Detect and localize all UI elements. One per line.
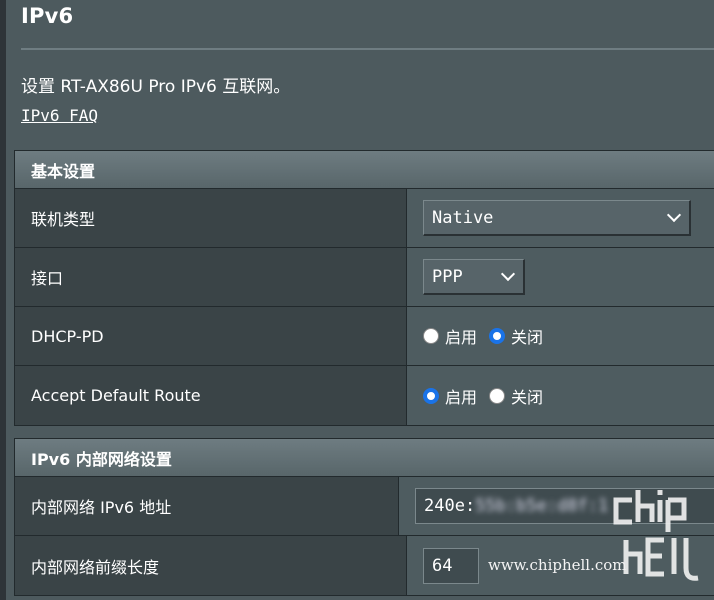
accept-route-disable-label: 关闭 (511, 387, 544, 407)
basic-settings-header: 基本设置 (15, 151, 714, 189)
chevron-down-icon (666, 207, 682, 223)
radio-checked-icon (489, 328, 506, 344)
accept-route-disable-radio[interactable]: 关闭 (489, 384, 543, 408)
accept-default-route-label: Accept Default Route (15, 366, 407, 425)
dhcp-pd-enable-radio[interactable]: 启用 (423, 324, 477, 348)
connection-type-value: Native (432, 207, 494, 228)
watermark-url: www.chiphell.com (488, 556, 627, 574)
lan-ipv6-address-row: 内部网络 IPv6 地址 240e: 55b:b5e:d8f:1 (15, 477, 714, 536)
basic-settings-table: 基本设置 联机类型 Native 接口 PPP DHCP-PD 启用 关闭 Ac… (14, 150, 714, 426)
radio-checked-icon (423, 387, 439, 404)
dhcp-pd-disable-label: 关闭 (511, 328, 544, 347)
dhcp-pd-enable-label: 启用 (445, 328, 478, 347)
accept-route-enable-label: 启用 (445, 387, 478, 407)
interface-label: 接口 (15, 248, 407, 306)
dhcp-pd-label: DHCP-PD (15, 307, 407, 365)
connection-type-row: 联机类型 Native (15, 189, 714, 248)
lan-ipv6-address-label: 内部网络 IPv6 地址 (15, 477, 399, 535)
interface-select[interactable]: PPP (423, 259, 525, 295)
accept-default-route-row: Accept Default Route 启用 关闭 (15, 366, 714, 425)
left-edge (0, 0, 6, 600)
lan-settings-header: IPv6 内部网络设置 (15, 439, 714, 477)
lan-prefix-length-input[interactable]: 64 (423, 547, 479, 584)
dhcp-pd-row: DHCP-PD 启用 关闭 (15, 307, 714, 366)
radio-unchecked-icon (423, 328, 439, 344)
page-title: IPv6 (21, 4, 74, 28)
connection-type-select[interactable]: Native (423, 200, 691, 236)
accept-route-enable-radio[interactable]: 启用 (423, 384, 477, 408)
address-prefix: 240e: (424, 496, 476, 516)
address-blurred: 55b:b5e:d8f:1 (475, 496, 609, 516)
page-description: 设置 RT-AX86U Pro IPv6 互联网。 (21, 77, 291, 97)
ipv6-faq-link[interactable]: IPv6 FAQ (21, 106, 98, 125)
lan-prefix-length-label: 内部网络前缀长度 (15, 536, 407, 595)
radio-unchecked-icon (489, 387, 506, 404)
dhcp-pd-disable-radio[interactable]: 关闭 (489, 324, 543, 348)
connection-type-label: 联机类型 (15, 189, 407, 247)
chiphell-logo-icon (613, 490, 699, 581)
chevron-down-icon (500, 266, 516, 282)
interface-row: 接口 PPP (15, 248, 714, 307)
title-divider (21, 48, 714, 50)
interface-value: PPP (432, 266, 463, 287)
